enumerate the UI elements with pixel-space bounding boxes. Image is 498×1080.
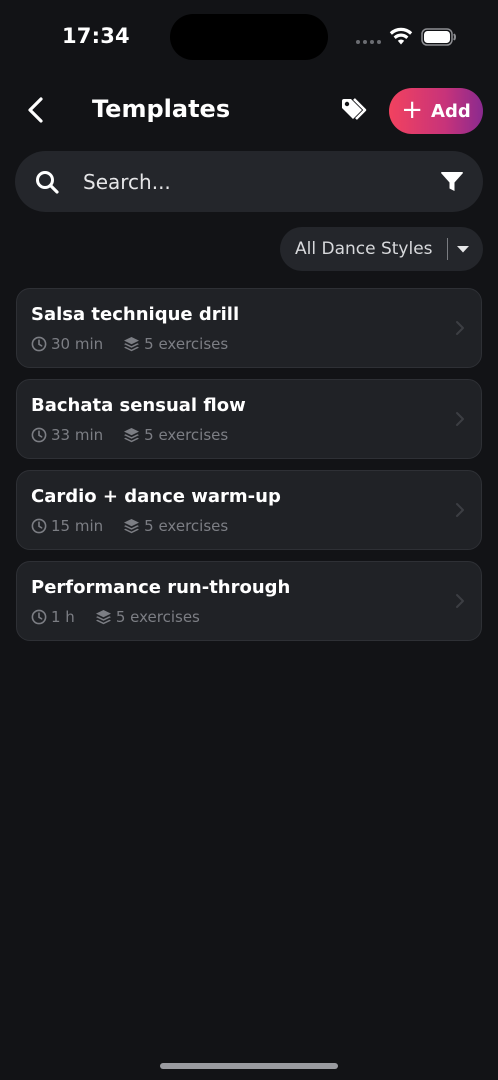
template-list: Salsa technique drill 30 min 5 exercises… bbox=[16, 288, 482, 652]
template-exercise-count: 5 exercises bbox=[144, 426, 229, 444]
chevron-right-icon bbox=[456, 594, 464, 608]
stack-icon bbox=[124, 519, 140, 534]
status-bar: 17:34 bbox=[0, 0, 498, 74]
wifi-icon bbox=[389, 27, 413, 45]
search-bar bbox=[15, 151, 483, 212]
chevron-right-icon bbox=[456, 503, 464, 517]
template-card[interactable]: Salsa technique drill 30 min 5 exercises bbox=[16, 288, 482, 368]
template-duration: 15 min bbox=[51, 517, 104, 535]
search-icon bbox=[36, 171, 59, 194]
template-duration: 33 min bbox=[51, 426, 104, 444]
caret-down-icon bbox=[457, 246, 469, 253]
status-time: 17:34 bbox=[62, 24, 130, 48]
dropdown-divider bbox=[447, 238, 448, 260]
template-meta: 1 h 5 exercises bbox=[31, 608, 200, 626]
tags-icon[interactable] bbox=[338, 95, 370, 125]
add-button-label: Add bbox=[431, 100, 471, 122]
chevron-right-icon bbox=[456, 412, 464, 426]
template-title: Performance run-through bbox=[31, 577, 291, 598]
template-title: Cardio + dance warm-up bbox=[31, 486, 281, 507]
add-template-button[interactable]: + Add bbox=[389, 88, 483, 134]
search-input[interactable] bbox=[81, 159, 425, 205]
chevron-left-icon[interactable] bbox=[22, 94, 50, 126]
battery-icon bbox=[421, 28, 456, 46]
template-card[interactable]: Bachata sensual flow 33 min 5 exercises bbox=[16, 379, 482, 459]
clock-icon bbox=[31, 336, 47, 352]
dynamic-island bbox=[170, 14, 328, 60]
stack-icon bbox=[124, 337, 140, 352]
stack-icon bbox=[95, 610, 111, 625]
filter-icon[interactable] bbox=[440, 171, 464, 193]
template-meta: 15 min 5 exercises bbox=[31, 517, 228, 535]
clock-icon bbox=[31, 518, 47, 534]
template-meta: 33 min 5 exercises bbox=[31, 426, 228, 444]
stack-icon bbox=[124, 428, 140, 443]
dance-style-selected: All Dance Styles bbox=[295, 239, 433, 259]
home-indicator bbox=[160, 1063, 338, 1069]
chevron-right-icon bbox=[456, 321, 464, 335]
template-card[interactable]: Performance run-through 1 h 5 exercises bbox=[16, 561, 482, 641]
clock-icon bbox=[31, 609, 47, 625]
template-meta: 30 min 5 exercises bbox=[31, 335, 228, 353]
template-duration: 1 h bbox=[51, 608, 75, 626]
dance-style-dropdown[interactable]: All Dance Styles bbox=[280, 227, 483, 271]
template-title: Salsa technique drill bbox=[31, 304, 240, 325]
header: Templates + Add bbox=[0, 80, 498, 142]
template-title: Bachata sensual flow bbox=[31, 395, 246, 416]
template-exercise-count: 5 exercises bbox=[144, 335, 229, 353]
page-title: Templates bbox=[92, 95, 231, 123]
plus-icon: + bbox=[401, 94, 424, 125]
template-card[interactable]: Cardio + dance warm-up 15 min 5 exercise… bbox=[16, 470, 482, 550]
cellular-signal-icon bbox=[356, 40, 381, 44]
template-exercise-count: 5 exercises bbox=[144, 517, 229, 535]
template-exercise-count: 5 exercises bbox=[115, 608, 200, 626]
clock-icon bbox=[31, 427, 47, 443]
template-duration: 30 min bbox=[51, 335, 104, 353]
